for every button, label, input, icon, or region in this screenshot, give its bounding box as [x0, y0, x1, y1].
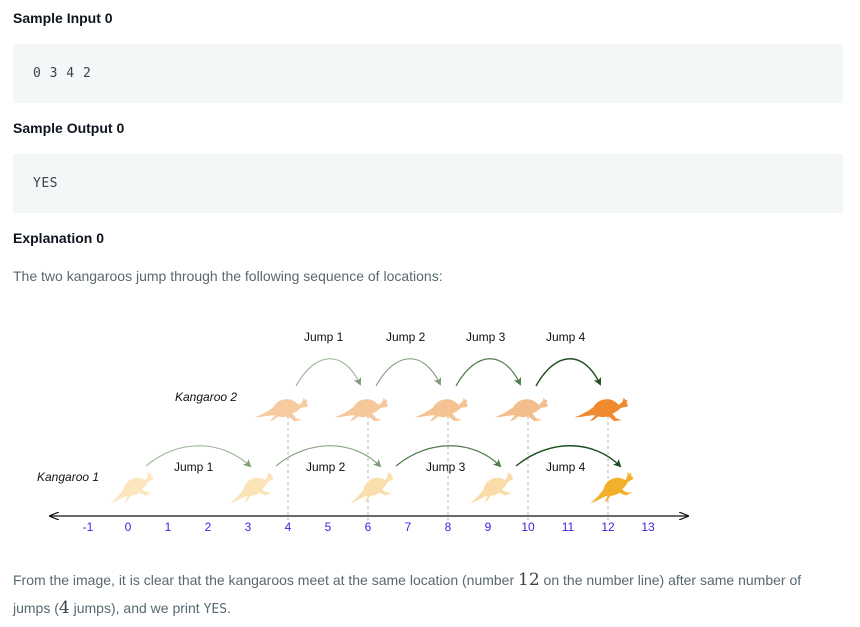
answer-yes: YES: [203, 602, 228, 617]
k2-jump-arrow-3: [455, 358, 522, 387]
tick-label: 2: [205, 520, 212, 534]
sample-output-value: YES: [33, 176, 58, 191]
k2-jump-label-1: Jump 1: [304, 330, 344, 344]
sample-output-box: YES: [13, 154, 843, 213]
sample-input-value: 0 3 4 2: [33, 66, 92, 81]
tick-label: 11: [562, 520, 575, 534]
explanation-heading: Explanation 0: [13, 230, 105, 246]
tick-label: 6: [365, 520, 372, 534]
conclusion-end: .: [227, 600, 231, 616]
conclusion-text-1: From the image, it is clear that the kan…: [13, 572, 519, 588]
conclusion-text-3: jumps (: [13, 600, 59, 616]
conclusion-text-4: jumps), and we print: [69, 600, 204, 616]
k2-kangaroo-pos-8: [414, 397, 468, 422]
tick-label: 0: [125, 520, 132, 534]
k2-jump-arrow-2: [375, 358, 442, 387]
tick-label: 8: [445, 520, 452, 534]
explanation-conclusion-line2: jumps (4 jumps), and we print YES.: [13, 598, 231, 620]
sample-input-heading: Sample Input 0: [13, 10, 113, 26]
explanation-intro: The two kangaroos jump through the follo…: [13, 268, 443, 284]
tick-label: 1: [165, 520, 172, 534]
tick-label: 10: [521, 520, 535, 534]
tick-label: 12: [601, 520, 615, 534]
kangaroo-1-label: Kangaroo 1: [37, 470, 99, 484]
k2-kangaroo-pos-6: [334, 397, 388, 422]
number-line-tick-labels: -1 0 1 2 3 4 5 6 7 8 9 10 11 12 13: [83, 520, 655, 534]
k2-jump-arrow-4: [535, 358, 602, 387]
tick-label: 9: [485, 520, 492, 534]
explanation-conclusion-line1: From the image, it is clear that the kan…: [13, 570, 801, 590]
k2-jump-arrow-1: [295, 358, 362, 387]
k1-jump-label-2: Jump 2: [306, 460, 346, 474]
k2-kangaroo-pos-12: [574, 397, 628, 422]
kangaroo-2-label: Kangaroo 2: [175, 390, 237, 404]
k1-jump-label-1: Jump 1: [174, 460, 214, 474]
tick-label: 13: [641, 520, 655, 534]
k1-kangaroo-pos-3: [224, 470, 278, 507]
tick-label: 3: [245, 520, 252, 534]
k1-kangaroo-pos-6: [344, 470, 398, 507]
conclusion-text-2: on the number line) after same number of: [539, 572, 802, 588]
k2-jump-label-4: Jump 4: [546, 330, 586, 344]
k2-kangaroo-pos-4: [254, 397, 308, 422]
k2-jump-label-3: Jump 3: [466, 330, 506, 344]
k1-jump-label-4: Jump 4: [546, 460, 586, 474]
k1-kangaroo-pos-9: [464, 470, 518, 507]
k1-kangaroo-pos-12: [584, 470, 638, 507]
tick-label: 7: [405, 520, 412, 534]
jump-count: 4: [58, 598, 70, 618]
tick-label: 5: [325, 520, 332, 534]
meet-number: 12: [518, 570, 540, 590]
sample-input-box: 0 3 4 2: [13, 44, 843, 103]
k1-jump-label-3: Jump 3: [426, 460, 466, 474]
kangaroo-number-line-figure: Jump 1 Jump 2 Jump 3 Jump 4 Kangaroo 2 J…: [37, 330, 860, 534]
tick-label: -1: [83, 520, 94, 534]
k1-kangaroo-pos-0: [104, 470, 158, 507]
k2-kangaroo-pos-10: [494, 397, 548, 422]
tick-label: 4: [285, 520, 292, 534]
k2-jump-label-2: Jump 2: [386, 330, 426, 344]
sample-output-heading: Sample Output 0: [13, 120, 125, 136]
